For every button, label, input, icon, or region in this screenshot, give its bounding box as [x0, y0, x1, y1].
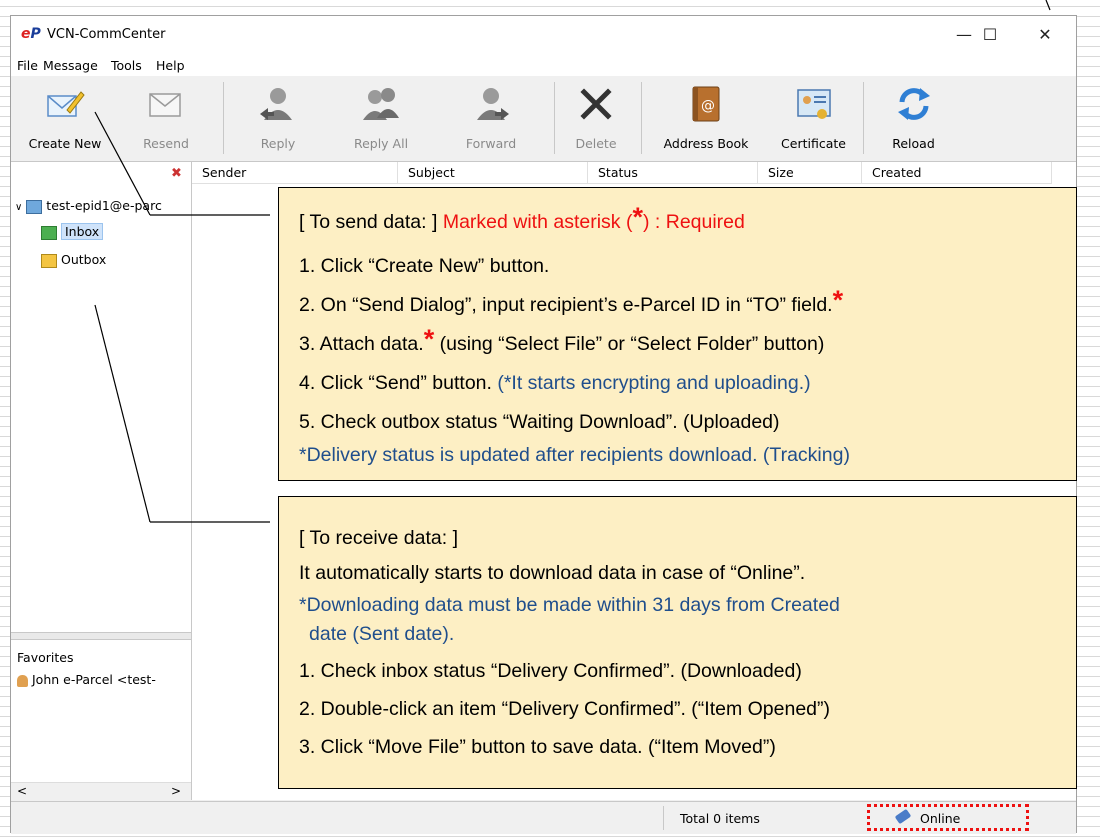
- send-heading-line: [ To send data: ] Marked with asterisk (…: [299, 204, 745, 234]
- receive-data-callout: [ To receive data: ] It automatically st…: [278, 496, 1077, 789]
- required-note-pre: Marked with asterisk (: [442, 211, 633, 233]
- receive-heading: [ To receive data: ]: [299, 527, 458, 549]
- send-step-2: 2. On “Send Dialog”, input recipient’s e…: [299, 294, 833, 316]
- send-step-3-detail: (using “Select File” or “Select Folder” …: [434, 333, 825, 355]
- required-note: Marked with asterisk (*) : Required: [442, 204, 745, 234]
- receive-note-line-2: date (Sent date).: [309, 623, 455, 645]
- send-step-4: 4. Click “Send” button.: [299, 372, 498, 394]
- receive-step-1: 1. Check inbox status “Delivery Confirme…: [299, 660, 802, 682]
- receive-step-3: 3. Click “Move File” button to save data…: [299, 736, 776, 758]
- send-step-1: 1. Click “Create New” button.: [299, 255, 550, 277]
- required-note-post: ) : Required: [642, 211, 745, 233]
- leader-top-right: [1045, 0, 1051, 11]
- send-step-2-line: 2. On “Send Dialog”, input recipient’s e…: [299, 287, 843, 317]
- send-tracking-note: *Delivery status is updated after recipi…: [299, 444, 850, 466]
- asterisk-mark: *: [832, 285, 844, 315]
- asterisk-mark: *: [632, 202, 643, 232]
- send-heading: [ To send data: ]: [299, 211, 438, 233]
- leader-create-new: [94, 111, 151, 216]
- receive-online-line: It automatically starts to download data…: [299, 562, 806, 584]
- asterisk-mark: *: [423, 324, 435, 354]
- send-step-4-note: (*It starts encrypting and uploading.): [497, 372, 811, 394]
- send-step-3: 3. Attach data.: [299, 333, 424, 355]
- receive-note-line-1: *Downloading data must be made within 31…: [299, 594, 840, 616]
- send-step-4-line: 4. Click “Send” button. (*It starts encr…: [299, 372, 811, 395]
- leader-inbox: [94, 304, 151, 523]
- receive-step-2: 2. Double-click an item “Delivery Confir…: [299, 698, 830, 720]
- send-step-5: 5. Check outbox status “Waiting Download…: [299, 411, 780, 433]
- send-step-3-line: 3. Attach data.* (using “Select File” or…: [299, 326, 825, 356]
- send-data-callout: [ To send data: ] Marked with asterisk (…: [278, 187, 1077, 481]
